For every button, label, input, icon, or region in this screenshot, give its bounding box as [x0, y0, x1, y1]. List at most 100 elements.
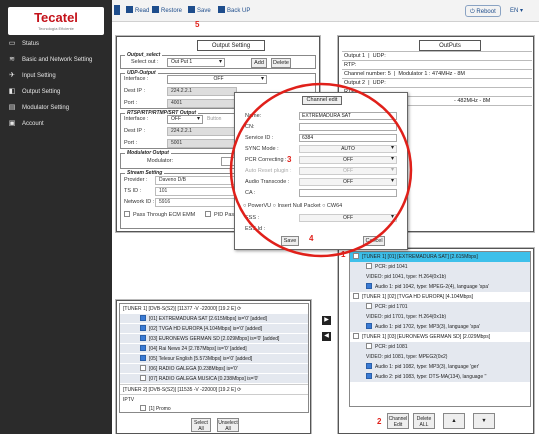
dialog-cancel-button[interactable]: Cancel — [363, 236, 385, 246]
read-button[interactable]: Read — [126, 5, 149, 17]
checkbox-icon[interactable] — [353, 333, 359, 339]
pid-row: VIDEO: pid 1081, type: MPEG2(0x2) — [350, 352, 530, 362]
language-select[interactable]: EN ▾ — [510, 5, 523, 17]
udp-interface-select[interactable]: OFF — [167, 75, 267, 84]
channel-row[interactable]: [02] TVGA HD EUROPA [4.104Mbps] is='0' [… — [120, 324, 308, 334]
sync-mode-select[interactable]: AUTO — [299, 145, 397, 153]
refresh-icon[interactable]: ⟳ — [237, 306, 241, 312]
pid-row[interactable]: PCR: pid 1701 — [350, 302, 530, 312]
tuner-row[interactable]: [TUNER 2] [DVB-S(S2)] [11535 -V -22000] … — [120, 384, 308, 394]
checkbox-icon[interactable] — [366, 363, 372, 369]
udp-dest-ip-field[interactable]: 224.2.2.1 — [167, 87, 237, 96]
delete-button[interactable]: Delete — [271, 58, 291, 68]
select-out-dropdown[interactable]: Out Put 1 — [167, 58, 225, 67]
checkbox-icon[interactable] — [140, 405, 146, 411]
pid-row[interactable]: PCR: pid 1041 — [350, 262, 530, 272]
logo-text: Tecatel — [34, 10, 78, 25]
audio-transcode-select[interactable]: OFF — [299, 178, 397, 186]
channel-edit-button[interactable]: Channel Edit — [387, 413, 409, 429]
checkbox-icon[interactable] — [140, 325, 146, 331]
udp-port-field[interactable]: 4001 — [167, 99, 237, 108]
pcr-correcting-value: OFF — [343, 157, 353, 163]
add-channel-arrow-button[interactable]: ▶ — [322, 316, 331, 325]
output-channel-row[interactable]: [TUNER 1] [01] [EXTREMADURA SAT] [2.615M… — [350, 252, 530, 262]
output-channel-row[interactable]: [TUNER 1] [02] [TVGA HD EUROPA] [4.104Mb… — [350, 292, 530, 302]
rtsp-button[interactable]: Button — [207, 116, 221, 122]
checkbox-icon[interactable] — [366, 323, 372, 329]
restore-button[interactable]: Restore — [152, 5, 182, 17]
refresh-icon[interactable]: ⟳ — [237, 387, 241, 393]
checkbox-icon[interactable] — [366, 343, 372, 349]
logo: Tecatel Tecnología Eficiente — [8, 7, 104, 35]
rtsp-interface-select[interactable]: OFF — [167, 115, 203, 124]
pcr-correcting-select[interactable]: OFF — [299, 156, 397, 164]
add-button[interactable]: Add — [251, 58, 267, 68]
service-id-field[interactable]: 6384 — [299, 134, 397, 142]
checkbox-icon[interactable] — [140, 335, 146, 341]
tuner-row[interactable]: [TUNER 1] [DVB-S(S2)] [11377 -V -22000] … — [120, 304, 308, 314]
output-row[interactable]: RTP: — [342, 61, 532, 70]
checkbox-icon[interactable] — [366, 263, 372, 269]
save-button[interactable]: Save — [188, 5, 211, 17]
unselect-all-button[interactable]: Unselect All — [217, 418, 239, 432]
pid-row[interactable]: Audio 2: pid 1083, type: DTS-MA(134), la… — [350, 372, 530, 382]
sidebar-item-modulator[interactable]: ▤ Modulator Setting — [0, 100, 112, 116]
channel-row[interactable]: [03] EURONEWS GERMAN SD [2.029Mbps] is='… — [120, 334, 308, 344]
pid-row: VIDEO: pid 1041, type: H.264(0x1b) — [350, 272, 530, 282]
checkbox-icon[interactable] — [140, 355, 146, 361]
output-channel-row[interactable]: [TUNER 1] [03] [EURONEWS GERMAN SD] [2.0… — [350, 332, 530, 342]
checkbox-icon[interactable] — [353, 253, 359, 259]
output-row[interactable]: Channel number: 5 | Modulator 1 : 474MHz… — [342, 70, 532, 79]
output-setting-tab[interactable]: Output Setting — [197, 40, 265, 51]
sidebar-item-basic-network[interactable]: ≋ Basic and Network Setting — [0, 52, 112, 68]
sidebar-item-output[interactable]: ◧ Output Setting — [0, 84, 112, 100]
channel-row[interactable]: [06] RADIO GALEGA [0.238Mbps] is='0' — [120, 364, 308, 374]
channel-row[interactable]: [07] RADIO GALEGA MUSICA [0.238Mbps] is=… — [120, 374, 308, 384]
outputs-tab[interactable]: OutPuts — [419, 40, 481, 51]
move-down-button[interactable]: ▼ — [473, 413, 495, 429]
dialog-save-button[interactable]: Save — [281, 236, 299, 246]
auto-reset-select: OFF — [299, 167, 397, 175]
tsid-label: TS ID : — [124, 188, 142, 194]
reboot-button[interactable]: ⏻ Reboot — [465, 5, 501, 17]
rtsp-dest-ip-field[interactable]: 224.2.2.1 — [167, 127, 237, 136]
option-radios[interactable]: ○ PowerVU ○ Insert Null Packet ○ CW64 — [243, 203, 342, 209]
checkbox-icon[interactable] — [140, 315, 146, 321]
channel-row[interactable]: [05] Telesur English [5.573Mbps] is='0' … — [120, 354, 308, 364]
sidebar-item-status[interactable]: ▭ Status — [0, 36, 112, 52]
delete-all-button[interactable]: Delete ALL — [413, 413, 435, 429]
backup-button[interactable]: Back UP — [218, 5, 250, 17]
pid-row[interactable]: Audio 1: pid 1042, type: MPEG-2(4), lang… — [350, 282, 530, 292]
checkbox-icon[interactable] — [366, 373, 372, 379]
checkbox-icon[interactable] — [366, 283, 372, 289]
checkbox-icon[interactable] — [140, 365, 146, 371]
ess-select[interactable]: OFF — [299, 214, 397, 222]
checkbox-icon[interactable] — [353, 293, 359, 299]
name-field[interactable]: EXTREMADURA SAT — [299, 112, 397, 120]
tsid-field[interactable]: 101 — [155, 187, 235, 196]
checkbox-icon[interactable] — [140, 375, 146, 381]
checkbox-icon[interactable] — [366, 303, 372, 309]
pid-row[interactable]: Audio 1: pid 1702, type: MP3(3), languag… — [350, 322, 530, 332]
select-all-button[interactable]: Select All — [191, 418, 211, 432]
channel-row[interactable]: [01] EXTREMADURA SAT [2.615Mbps] is='0' … — [120, 314, 308, 324]
rtsp-port-field[interactable]: 5001 — [167, 139, 237, 148]
pass-emm-checkbox[interactable]: Pass Through ECM EMM — [124, 211, 195, 218]
move-up-button[interactable]: ▲ — [443, 413, 465, 429]
provider-field[interactable]: Daveno D/B — [155, 176, 235, 185]
network-id-field[interactable]: 5916 — [155, 198, 235, 207]
channel-row[interactable]: [1] Promo — [120, 404, 308, 412]
remove-channel-arrow-button[interactable]: ◀ — [322, 332, 331, 341]
channel-row[interactable]: [04] Rai News 24 [2.787Mbps] is='0' [add… — [120, 344, 308, 354]
sidebar-item-account[interactable]: ▣ Account — [0, 116, 112, 132]
checkbox-icon[interactable] — [140, 345, 146, 351]
cn-field[interactable] — [299, 123, 397, 131]
pid-row[interactable]: Audio 1: pid 1082, type: MP3(3), languag… — [350, 362, 530, 372]
iptv-row[interactable]: IPTV — [120, 394, 308, 404]
output-row[interactable]: Output 2 | UDP: — [342, 79, 532, 88]
menu-icon[interactable] — [114, 5, 120, 15]
ca-field[interactable] — [299, 189, 397, 197]
pid-row[interactable]: PCR: pid 1081 — [350, 342, 530, 352]
sidebar-item-input[interactable]: ✈ Input Setting — [0, 68, 112, 84]
output-row[interactable]: Output 1 | UDP: — [342, 52, 532, 61]
